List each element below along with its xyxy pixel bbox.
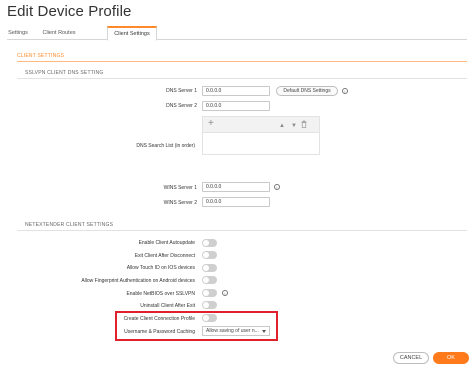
plus-icon[interactable]: +: [208, 119, 214, 129]
dns-server-2-input[interactable]: 0.0.0.0: [202, 101, 270, 111]
sslvpn-divider: [17, 78, 467, 79]
exit-client-after-disconnect-toggle[interactable]: [202, 251, 217, 259]
allow-touch-id-toggle[interactable]: [202, 264, 217, 272]
dns-search-list[interactable]: + ▲ ▼: [202, 116, 320, 155]
trash-icon[interactable]: [301, 120, 307, 130]
tab-client-settings[interactable]: Client Settings: [107, 26, 157, 41]
enable-netbios-label: Enable NetBIOS over SSLVPN: [126, 291, 195, 297]
default-dns-settings-button[interactable]: Default DNS Settings: [276, 86, 338, 96]
dns-server-1-label: DNS Server 1: [166, 88, 197, 94]
wins-server-2-label: WINS Server 2: [163, 200, 197, 206]
uninstall-client-after-exit-toggle[interactable]: [202, 301, 217, 309]
allow-fingerprint-toggle[interactable]: [202, 276, 217, 284]
wins-server-2-input[interactable]: 0.0.0.0: [202, 197, 270, 207]
uninstall-client-after-exit-label: Uninstall Client After Exit: [140, 303, 195, 309]
dns-search-list-label: DNS Search List (in order): [136, 143, 195, 149]
dns-server-2-label: DNS Server 2: [166, 103, 197, 109]
cancel-button[interactable]: CANCEL: [393, 352, 429, 364]
exit-client-after-disconnect-label: Exit Client After Disconnect: [134, 253, 195, 259]
info-icon[interactable]: i: [222, 290, 228, 296]
arrow-up-icon[interactable]: ▲: [279, 122, 285, 131]
arrow-down-icon[interactable]: ▼: [291, 122, 297, 131]
wins-server-1-label: WINS Server 1: [163, 185, 197, 191]
section-divider: [17, 61, 467, 62]
wins-server-1-input[interactable]: 0.0.0.0: [202, 182, 270, 192]
ok-button[interactable]: OK: [433, 352, 469, 364]
highlight-box: [115, 311, 278, 341]
tab-bar: Settings Client Routes Client Settings: [7, 26, 467, 41]
sslvpn-dns-heading: SSLVPN CLIENT DNS SETTING: [25, 70, 104, 76]
allow-fingerprint-label: Allow Fingerprint Authentication on Andr…: [81, 278, 195, 284]
section-title: CLIENT SETTINGS: [17, 53, 65, 59]
enable-netbios-toggle[interactable]: [202, 289, 217, 297]
allow-touch-id-label: Allow Touch ID on IOS devices: [126, 265, 195, 271]
netextender-heading: NETEXTENDER CLIENT SETTINGS: [25, 222, 114, 228]
info-icon[interactable]: i: [274, 184, 280, 190]
enable-client-autoupdate-toggle[interactable]: [202, 239, 217, 247]
list-toolbar: + ▲ ▼: [203, 117, 319, 133]
dns-server-1-input[interactable]: 0.0.0.0: [202, 86, 270, 96]
info-icon[interactable]: i: [342, 88, 348, 94]
enable-client-autoupdate-label: Enable Client Autoupdate: [138, 240, 195, 246]
tab-settings[interactable]: Settings: [7, 28, 29, 40]
netextender-divider: [17, 230, 467, 231]
page-title: Edit Device Profile: [7, 3, 132, 20]
tab-client-routes[interactable]: Client Routes: [37, 28, 81, 40]
